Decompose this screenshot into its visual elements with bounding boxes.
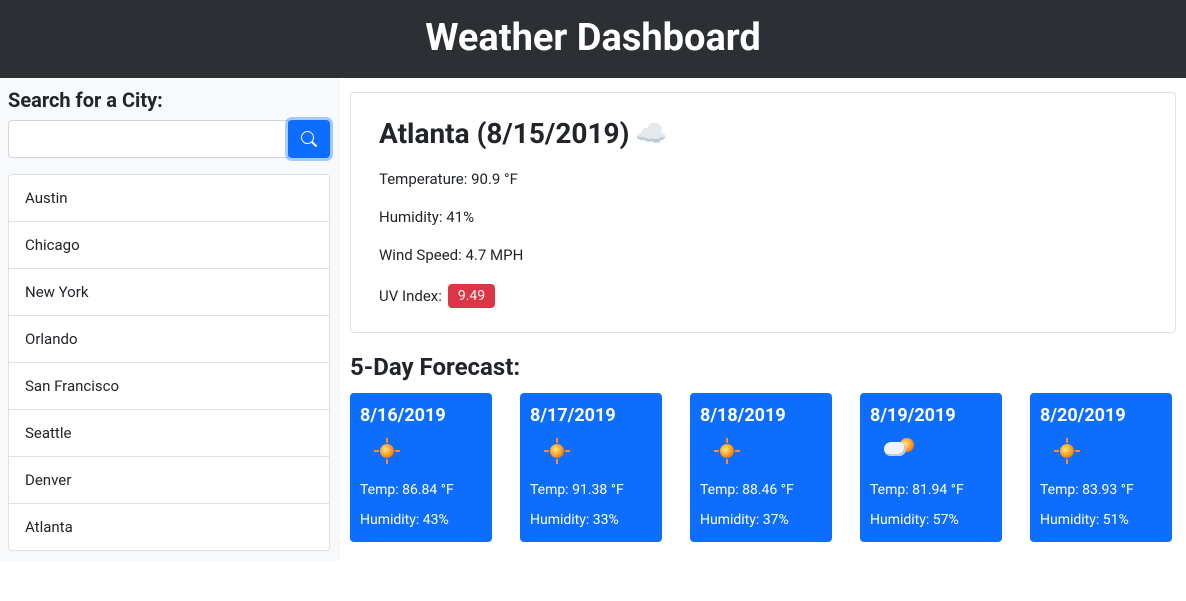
search-label: Search for a City:: [8, 88, 330, 112]
forecast-humidity: Humidity: 43%: [360, 512, 482, 528]
sun-icon: [1054, 438, 1080, 464]
forecast-date: 8/18/2019: [700, 405, 822, 426]
uv-label: UV Index:: [379, 287, 442, 305]
forecast-card: 8/20/2019 Temp: 83.93 °F Humidity: 51%: [1030, 393, 1172, 542]
city-search-input[interactable]: [8, 120, 289, 158]
history-item[interactable]: Atlanta: [9, 504, 329, 550]
forecast-humidity: Humidity: 57%: [870, 512, 992, 528]
current-humidity: Humidity: 41%: [379, 208, 1147, 226]
forecast-card: 8/19/2019 Temp: 81.94 °F Humidity: 57%: [860, 393, 1002, 542]
current-uv-row: UV Index: 9.49: [379, 284, 1147, 308]
forecast-temp: Temp: 81.94 °F: [870, 482, 992, 498]
rain-icon: [884, 438, 914, 464]
sidebar: Search for a City: Austin Chicago New Yo…: [0, 78, 340, 561]
forecast-temp: Temp: 88.46 °F: [700, 482, 822, 498]
forecast-title: 5-Day Forecast:: [350, 353, 1176, 381]
forecast-humidity: Humidity: 37%: [700, 512, 822, 528]
current-temperature: Temperature: 90.9 °F: [379, 170, 1147, 188]
forecast-date: 8/16/2019: [360, 405, 482, 426]
forecast-card: 8/18/2019 Temp: 88.46 °F Humidity: 37%: [690, 393, 832, 542]
sun-icon: [374, 438, 400, 464]
current-city-date: Atlanta (8/15/2019): [379, 117, 629, 150]
uv-badge: 9.49: [448, 284, 495, 308]
current-wind-speed: Wind Speed: 4.7 MPH: [379, 246, 1147, 264]
main-container: Search for a City: Austin Chicago New Yo…: [0, 78, 1186, 561]
forecast-card: 8/17/2019 Temp: 91.38 °F Humidity: 33%: [520, 393, 662, 542]
sun-icon: [714, 438, 740, 464]
forecast-temp: Temp: 91.38 °F: [530, 482, 652, 498]
forecast-card: 8/16/2019 Temp: 86.84 °F Humidity: 43%: [350, 393, 492, 542]
history-item[interactable]: Denver: [9, 457, 329, 504]
history-item[interactable]: Seattle: [9, 410, 329, 457]
page-title: Weather Dashboard: [0, 16, 1186, 60]
forecast-row: 8/16/2019 Temp: 86.84 °F Humidity: 43% 8…: [350, 393, 1176, 542]
search-button[interactable]: [288, 120, 330, 158]
history-item[interactable]: Austin: [9, 175, 329, 222]
forecast-date: 8/20/2019: [1040, 405, 1162, 426]
forecast-temp: Temp: 86.84 °F: [360, 482, 482, 498]
search-history-list: Austin Chicago New York Orlando San Fran…: [8, 174, 330, 551]
forecast-humidity: Humidity: 33%: [530, 512, 652, 528]
history-item[interactable]: San Francisco: [9, 363, 329, 410]
main-panel: Atlanta (8/15/2019) ☁️ Temperature: 90.9…: [340, 78, 1186, 561]
history-item[interactable]: Chicago: [9, 222, 329, 269]
cloud-icon: ☁️: [635, 121, 667, 147]
forecast-date: 8/19/2019: [870, 405, 992, 426]
history-item[interactable]: Orlando: [9, 316, 329, 363]
forecast-humidity: Humidity: 51%: [1040, 512, 1162, 528]
current-heading: Atlanta (8/15/2019) ☁️: [379, 117, 1147, 150]
search-row: [8, 120, 330, 158]
current-weather-card: Atlanta (8/15/2019) ☁️ Temperature: 90.9…: [350, 92, 1176, 333]
history-item[interactable]: New York: [9, 269, 329, 316]
sun-icon: [544, 438, 570, 464]
app-header: Weather Dashboard: [0, 0, 1186, 78]
search-icon: [301, 131, 317, 147]
forecast-temp: Temp: 83.93 °F: [1040, 482, 1162, 498]
forecast-date: 8/17/2019: [530, 405, 652, 426]
